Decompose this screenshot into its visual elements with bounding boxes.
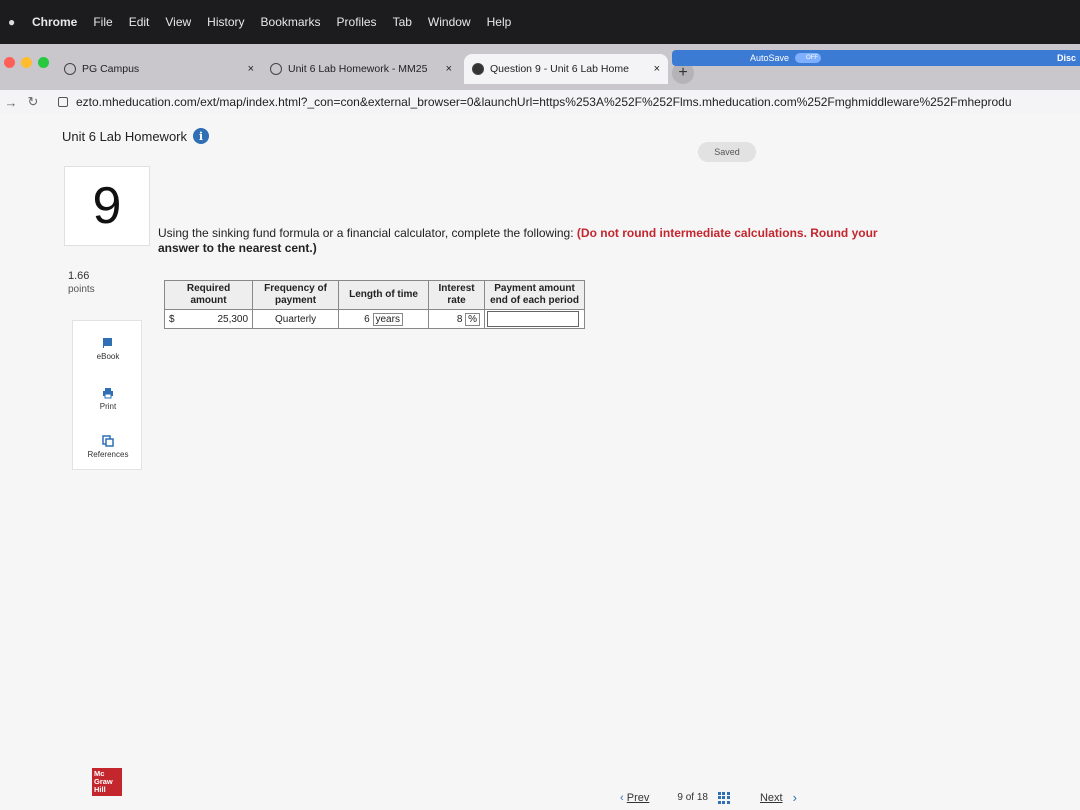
menu-help[interactable]: Help xyxy=(487,15,512,29)
references-button[interactable]: References xyxy=(73,435,143,459)
header-interest-rate: Interest rate xyxy=(428,280,486,310)
ebook-icon xyxy=(103,338,112,348)
lock-icon[interactable] xyxy=(58,97,68,107)
prev-label: Prev xyxy=(626,791,650,804)
question-prompt: Using the sinking fund formula or a fina… xyxy=(158,226,948,256)
ebook-label: eBook xyxy=(96,352,120,361)
autosave-bar: AutoSave OFF Disc xyxy=(672,50,1080,66)
next-button[interactable]: Next xyxy=(760,792,783,804)
browser-tabstrip: PG Campus × Unit 6 Lab Homework - MM25 ×… xyxy=(0,44,1080,90)
prompt-instruction-tail: answer to the nearest cent.) xyxy=(158,241,317,255)
table-header-row: Required amount Frequency of payment Len… xyxy=(163,280,586,310)
table-row: $ 25,300 Quarterly 6 years 8 % xyxy=(163,309,586,329)
window-controls xyxy=(4,57,49,68)
menu-window[interactable]: Window xyxy=(428,15,471,29)
payment-amount-input[interactable] xyxy=(487,311,580,327)
url-field[interactable]: ezto.mheducation.com/ext/map/index.html?… xyxy=(76,95,1080,109)
tab-unit6-homework[interactable]: Unit 6 Lab Homework - MM25 × xyxy=(262,54,460,84)
chevron-right-icon[interactable]: › xyxy=(793,790,797,805)
assignment-header: Unit 6 Lab Homework i xyxy=(62,128,209,144)
references-label: References xyxy=(87,450,129,459)
apple-icon[interactable]: ● xyxy=(8,15,22,29)
tools-panel: eBook Print References xyxy=(72,320,142,470)
tab-label: PG Campus xyxy=(82,63,140,75)
grid-icon[interactable] xyxy=(717,791,730,804)
globe-icon xyxy=(270,63,282,75)
length-unit: years xyxy=(372,312,403,326)
assignment-title: Unit 6 Lab Homework xyxy=(62,128,187,144)
rate-cell: 8 % xyxy=(428,309,486,329)
close-tab-icon[interactable]: × xyxy=(242,63,254,75)
header-payment-amount: Payment amount end of each period xyxy=(484,280,586,310)
menu-tab[interactable]: Tab xyxy=(393,15,412,29)
macos-menubar: ● Chrome File Edit View History Bookmark… xyxy=(0,0,1080,44)
close-window-button[interactable] xyxy=(4,57,15,68)
menu-history[interactable]: History xyxy=(207,15,244,29)
page-indicator: 9 of 18 xyxy=(677,792,708,803)
page-current: 9 xyxy=(677,792,683,803)
print-label: Print xyxy=(99,402,117,411)
header-required-amount: Required amount xyxy=(163,280,254,310)
length-value: 6 xyxy=(364,313,370,325)
print-icon xyxy=(103,388,113,399)
logo-line: Hill xyxy=(94,785,106,794)
reload-icon[interactable]: ↻ xyxy=(22,94,44,110)
tab-question-9[interactable]: Question 9 - Unit 6 Lab Home × xyxy=(464,54,668,84)
autosave-toggle[interactable]: OFF xyxy=(795,53,822,63)
payment-cell xyxy=(484,309,586,329)
length-cell: 6 years xyxy=(338,309,430,329)
points-value: 1.66 xyxy=(68,270,90,282)
mh-tab-icon xyxy=(472,63,484,75)
mcgraw-hill-logo: Mc Graw Hill xyxy=(92,768,122,796)
minimize-window-button[interactable] xyxy=(21,57,32,68)
autosave-extra: Disc xyxy=(1056,53,1076,63)
header-frequency: Frequency of payment xyxy=(252,280,340,310)
saved-badge: Saved xyxy=(698,142,756,162)
tab-label: Question 9 - Unit 6 Lab Home xyxy=(490,63,629,75)
question-number: 9 xyxy=(64,166,150,246)
globe-icon xyxy=(64,63,76,75)
screen: ● Chrome File Edit View History Bookmark… xyxy=(0,0,1080,810)
currency-symbol: $ xyxy=(163,309,179,329)
forward-icon[interactable]: → xyxy=(0,95,22,110)
info-icon[interactable]: i xyxy=(193,128,209,144)
close-tab-icon[interactable]: × xyxy=(648,63,660,75)
zoom-window-button[interactable] xyxy=(38,57,49,68)
page-content: Unit 6 Lab Homework i Saved 9 1.66 point… xyxy=(0,114,1080,810)
frequency-value: Quarterly xyxy=(252,309,340,329)
points-label: points xyxy=(68,284,95,295)
rate-value: 8 xyxy=(456,313,463,325)
menu-profiles[interactable]: Profiles xyxy=(337,15,377,29)
tab-pg-campus[interactable]: PG Campus × xyxy=(56,54,262,84)
autosave-label: AutoSave xyxy=(750,53,790,63)
menu-file[interactable]: File xyxy=(93,15,112,29)
print-button[interactable]: Print xyxy=(73,387,143,411)
close-tab-icon[interactable]: × xyxy=(440,63,452,75)
points-block: 1.66 points xyxy=(68,270,95,296)
sinking-fund-table: Required amount Frequency of payment Len… xyxy=(163,280,586,329)
rate-unit: % xyxy=(465,312,481,326)
required-amount-value: 25,300 xyxy=(178,309,254,329)
menu-edit[interactable]: Edit xyxy=(129,15,150,29)
tab-label: Unit 6 Lab Homework - MM25 xyxy=(288,63,428,75)
menu-app[interactable]: Chrome xyxy=(32,15,77,29)
header-length: Length of time xyxy=(338,280,430,310)
ebook-button[interactable]: eBook xyxy=(73,337,143,361)
menu-bookmarks[interactable]: Bookmarks xyxy=(261,15,321,29)
prompt-instruction: (Do not round intermediate calculations.… xyxy=(576,226,878,240)
address-bar: → ↻ ezto.mheducation.com/ext/map/index.h… xyxy=(0,90,1080,114)
references-icon xyxy=(102,435,114,447)
menu-view[interactable]: View xyxy=(165,15,191,29)
question-navigation: ‹ Prev 9 of 18 Next › xyxy=(620,790,797,805)
page-total: 18 xyxy=(696,792,708,803)
prev-button[interactable]: ‹ Prev xyxy=(620,792,649,804)
page-of: of xyxy=(685,792,695,803)
prompt-text: Using the sinking fund formula or a fina… xyxy=(158,226,577,240)
